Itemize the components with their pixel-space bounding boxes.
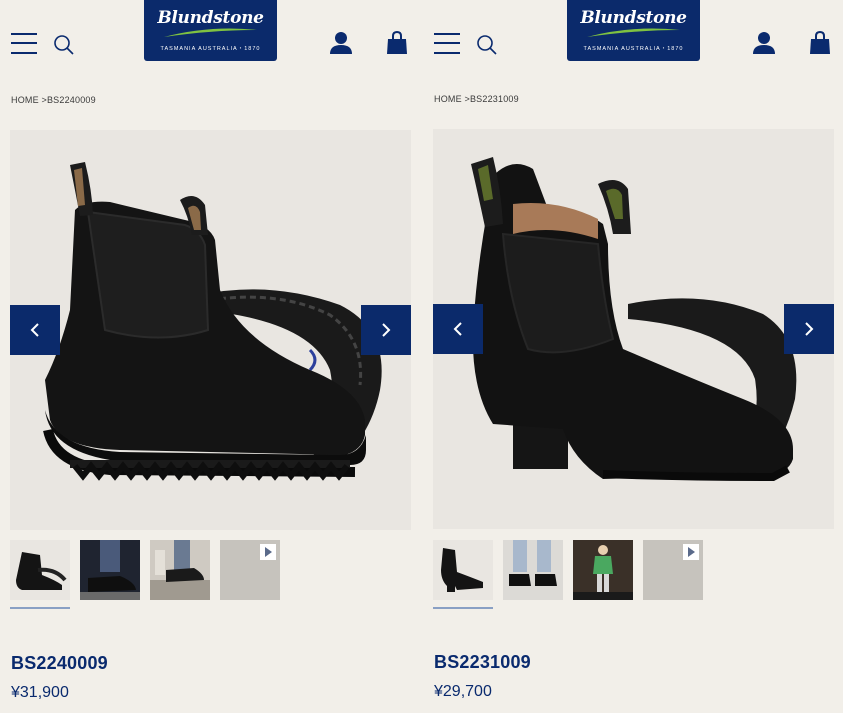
- breadcrumb-current: BS2240009: [46, 95, 96, 105]
- thumbnail-selected-indicator: [433, 607, 493, 609]
- thumbnail-selected-indicator: [10, 607, 70, 609]
- logo-wordmark: Blundstone: [580, 8, 687, 28]
- cart-icon[interactable]: [809, 31, 831, 55]
- product-image: [43, 162, 382, 481]
- breadcrumb-home-link[interactable]: HOME: [11, 95, 39, 105]
- breadcrumb: HOME >BS2231009: [434, 94, 519, 104]
- logo-swoosh: [587, 28, 680, 37]
- gallery-next-button[interactable]: [784, 304, 834, 354]
- breadcrumb: HOME >BS2240009: [11, 95, 96, 105]
- search-icon[interactable]: [53, 34, 75, 56]
- logo-wordmark: Blundstone: [157, 8, 264, 28]
- logo-tagline: TASMANIA AUSTRALIA・1870: [583, 46, 684, 52]
- hamburger-menu-icon[interactable]: [434, 33, 460, 55]
- product-name: BS2240009: [11, 653, 108, 673]
- chevron-left-icon: [453, 322, 462, 336]
- account-icon[interactable]: [329, 31, 353, 55]
- product-image-gallery[interactable]: [433, 129, 834, 529]
- play-icon: [260, 544, 276, 560]
- product-price: ¥29,700: [434, 683, 492, 700]
- brand-logo[interactable]: Blundstone TASMANIA AUSTRALIA・1870: [567, 0, 700, 61]
- thumbnail-video[interactable]: [643, 540, 703, 600]
- breadcrumb-separator: >: [461, 94, 470, 104]
- thumbnail-strip: [10, 540, 411, 610]
- account-icon[interactable]: [752, 31, 776, 55]
- thumbnail-video[interactable]: [220, 540, 280, 600]
- thumbnail-model-green-jacket[interactable]: [573, 540, 633, 600]
- thumbnail-boot-worn-jeans[interactable]: [503, 540, 563, 600]
- thumbnail-boot-on-stone[interactable]: [150, 540, 210, 600]
- search-icon[interactable]: [476, 34, 498, 56]
- site-header: Blundstone TASMANIA AUSTRALIA・1870: [423, 0, 843, 70]
- brand-logo[interactable]: Blundstone TASMANIA AUSTRALIA・1870: [144, 0, 277, 61]
- thumbnail-boot-side[interactable]: [10, 540, 70, 600]
- product-image: [471, 157, 797, 482]
- breadcrumb-home-link[interactable]: HOME: [434, 94, 462, 104]
- product-panel-left: Blundstone TASMANIA AUSTRALIA・1870 HOME …: [0, 0, 421, 713]
- breadcrumb-current: BS2231009: [469, 94, 519, 104]
- thumbnail-heel-boot-side[interactable]: [433, 540, 493, 600]
- product-image-gallery[interactable]: [10, 130, 411, 530]
- breadcrumb-separator: >: [38, 95, 47, 105]
- gallery-prev-button[interactable]: [433, 304, 483, 354]
- chevron-left-icon: [30, 323, 39, 337]
- site-header: Blundstone TASMANIA AUSTRALIA・1870: [0, 0, 421, 70]
- logo-swoosh: [164, 28, 257, 37]
- play-icon: [683, 544, 699, 560]
- hamburger-menu-icon[interactable]: [11, 33, 37, 55]
- product-panel-right: Blundstone TASMANIA AUSTRALIA・1870 HOME …: [423, 0, 843, 713]
- thumbnail-strip: [433, 540, 834, 610]
- product-price: ¥31,900: [11, 684, 69, 701]
- chevron-right-icon: [805, 322, 814, 336]
- gallery-next-button[interactable]: [361, 305, 411, 355]
- logo-tagline: TASMANIA AUSTRALIA・1870: [160, 46, 261, 52]
- gallery-prev-button[interactable]: [10, 305, 60, 355]
- chevron-right-icon: [382, 323, 391, 337]
- cart-icon[interactable]: [386, 31, 408, 55]
- product-name: BS2231009: [434, 652, 531, 672]
- thumbnail-boot-worn-jeans[interactable]: [80, 540, 140, 600]
